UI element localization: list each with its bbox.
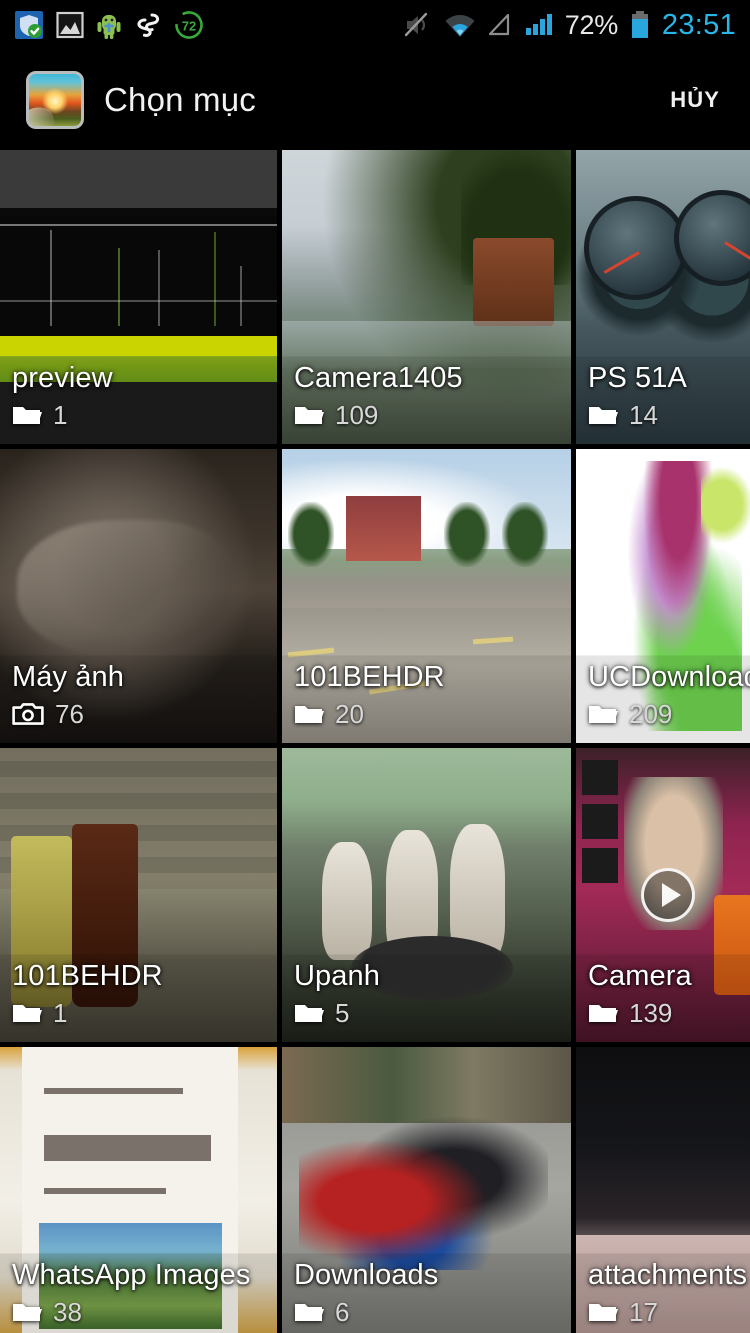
gallery-app-icon[interactable] (26, 71, 84, 129)
album-name: UCDownloads (588, 661, 750, 693)
album-count: 20 (335, 699, 364, 729)
folder-icon (13, 1005, 42, 1022)
album-label-strip: Camera1405 109 (282, 356, 571, 444)
security-shield-icon (15, 11, 43, 39)
album-label-strip: Máy ảnh 76 (0, 655, 277, 743)
album-count: 109 (335, 400, 379, 430)
battery-percent-label: 72% (564, 9, 618, 40)
album-count: 1 (53, 400, 68, 430)
album-cell-whatsapp-images[interactable]: WhatsApp Images 38 (0, 1047, 277, 1333)
action-bar: Chọn mục HỦY (0, 50, 750, 150)
album-meta: 109 (294, 401, 571, 429)
album-cell-may-anh[interactable]: Máy ảnh 76 (0, 449, 277, 743)
clean-master-icon (137, 13, 160, 37)
album-cell-101behdr-1[interactable]: 101BEHDR 1 (0, 748, 277, 1042)
album-label-strip: WhatsApp Images 38 (0, 1253, 277, 1333)
status-bar[interactable]: 72 72% 23:51 (0, 0, 750, 50)
album-cell-upanh[interactable]: Upanh 5 (282, 748, 571, 1042)
album-count: 38 (53, 1297, 82, 1327)
album-label-strip: Camera 139 (576, 954, 750, 1042)
album-meta: 1 (12, 401, 277, 429)
status-bar-notifications: 72 (0, 10, 204, 40)
status-bar-system-icons: 72% 23:51 (403, 9, 750, 42)
album-meta: 38 (12, 1298, 277, 1326)
album-label-strip: PS 51A 14 (576, 356, 750, 444)
album-name: PS 51A (588, 362, 687, 394)
album-name: Upanh (294, 960, 380, 992)
album-label-strip: 101BEHDR 20 (282, 655, 571, 743)
folder-icon (589, 1304, 618, 1321)
album-cell-downloads[interactable]: Downloads 6 (282, 1047, 571, 1333)
folder-icon (13, 407, 42, 424)
album-cell-101behdr-20[interactable]: 101BEHDR 20 (282, 449, 571, 743)
wifi-icon (445, 15, 475, 37)
album-cell-camera[interactable]: Camera 139 (576, 748, 750, 1042)
camera-icon (12, 703, 44, 725)
signal-bars-icon (525, 14, 552, 35)
cancel-button[interactable]: HỦY (664, 77, 726, 123)
folder-icon (295, 1304, 324, 1321)
album-cell-ps-51a[interactable]: PS 51A 14 (576, 150, 750, 444)
album-count: 76 (55, 699, 84, 729)
album-name: attachments (588, 1259, 748, 1291)
album-meta: 139 (588, 999, 750, 1027)
album-name: WhatsApp Images (12, 1259, 251, 1291)
battery-icon (631, 11, 648, 38)
album-meta: 1 (12, 999, 277, 1027)
album-count: 139 (629, 998, 673, 1028)
album-label-strip: Upanh 5 (282, 954, 571, 1042)
album-name: Camera1405 (294, 362, 463, 394)
album-meta: 5 (294, 999, 571, 1027)
gallery-image-icon (56, 11, 84, 39)
album-label-strip: attachments 17 (576, 1253, 750, 1333)
page-title: Chọn mục (104, 81, 257, 118)
album-name: Downloads (294, 1259, 439, 1291)
video-play-icon[interactable] (641, 868, 695, 922)
album-count: 209 (629, 699, 673, 729)
album-grid[interactable]: preview 1 Camera1405 109 PS 51A 14 Máy ả… (0, 150, 750, 1333)
album-count: 1 (53, 998, 68, 1028)
status-bar-clock: 23:51 (661, 8, 736, 41)
folder-icon (589, 706, 618, 723)
album-cell-ucdownloads[interactable]: UCDownloads 209 (576, 449, 750, 743)
album-name: preview (12, 362, 113, 394)
folder-icon (295, 1005, 324, 1022)
album-label-strip: 101BEHDR 1 (0, 954, 277, 1042)
album-name: Camera (588, 960, 692, 992)
album-count: 17 (629, 1297, 658, 1327)
album-label-strip: preview 1 (0, 356, 277, 444)
album-cell-attachments[interactable]: attachments 17 (576, 1047, 750, 1333)
album-name: Máy ảnh (12, 661, 124, 693)
folder-icon (589, 1005, 618, 1022)
album-cell-preview[interactable]: preview 1 (0, 150, 277, 444)
album-count: 14 (629, 400, 658, 430)
album-count: 5 (335, 998, 350, 1028)
album-meta: 6 (294, 1298, 571, 1326)
signal-empty-icon (488, 13, 509, 36)
album-meta: 17 (588, 1298, 750, 1326)
folder-icon (13, 1304, 42, 1321)
svg-text:72: 72 (182, 19, 196, 34)
folder-icon (589, 407, 618, 424)
android-robot-icon (97, 15, 121, 39)
album-label-strip: UCDownloads 209 (576, 655, 750, 743)
album-cell-camera1405[interactable]: Camera1405 109 (282, 150, 571, 444)
album-meta: 20 (294, 700, 571, 728)
album-name: 101BEHDR (294, 661, 445, 693)
album-meta: 14 (588, 401, 750, 429)
folder-icon (295, 706, 324, 723)
sound-mute-icon (404, 12, 427, 37)
battery-doctor-72-icon: 72 (175, 11, 203, 39)
album-meta: 209 (588, 700, 750, 728)
folder-icon (295, 407, 324, 424)
album-count: 6 (335, 1297, 350, 1327)
album-name: 101BEHDR (12, 960, 163, 992)
album-label-strip: Downloads 6 (282, 1253, 571, 1333)
album-meta: 76 (12, 700, 277, 728)
